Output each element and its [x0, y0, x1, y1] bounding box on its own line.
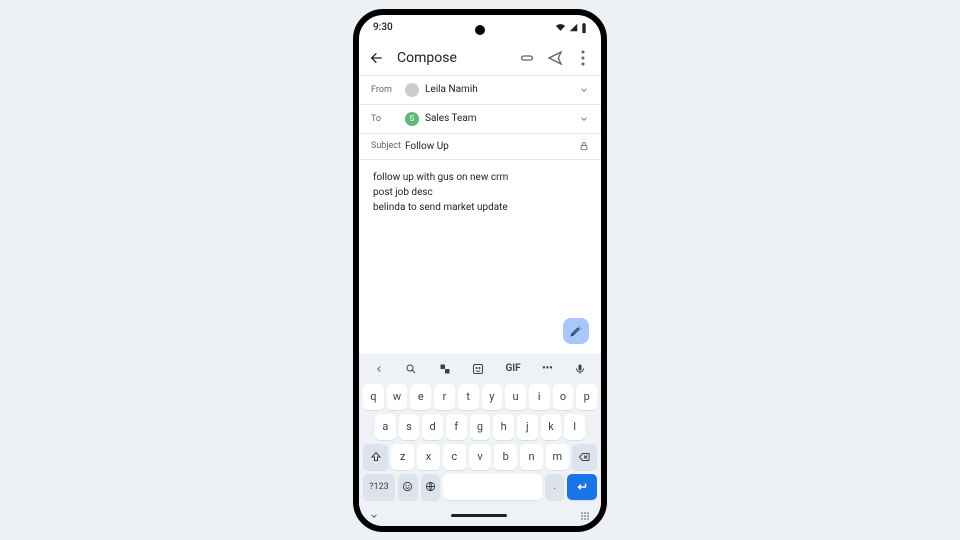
search-icon[interactable]	[405, 363, 417, 375]
key-v[interactable]: v	[469, 444, 492, 470]
key-a[interactable]: a	[375, 414, 396, 440]
key-k[interactable]: k	[541, 414, 562, 440]
key-q[interactable]: q	[363, 384, 384, 410]
shift-key[interactable]	[363, 444, 388, 470]
mic-icon[interactable]	[574, 363, 586, 375]
from-name: Leila Namih	[425, 84, 478, 95]
app-bar: Compose	[359, 41, 601, 75]
subject-row[interactable]: Subject Follow Up	[359, 134, 601, 160]
key-i[interactable]: i	[529, 384, 550, 410]
key-g[interactable]: g	[470, 414, 491, 440]
emoji-key[interactable]	[398, 474, 418, 500]
body-line: belinda to send market update	[373, 200, 587, 215]
backspace-key[interactable]	[572, 444, 597, 470]
to-row[interactable]: To S Sales Team	[359, 105, 601, 134]
key-b[interactable]: b	[494, 444, 517, 470]
symbols-key[interactable]: ?123	[363, 474, 395, 500]
key-r[interactable]: r	[434, 384, 455, 410]
collapse-icon[interactable]	[369, 511, 379, 521]
kb-chevron-left-icon[interactable]	[374, 364, 384, 374]
ai-compose-button[interactable]	[563, 318, 589, 344]
pencil-sparkle-icon	[569, 324, 583, 338]
key-s[interactable]: s	[399, 414, 420, 440]
translate-icon[interactable]	[439, 363, 451, 375]
keyboard-grid-icon[interactable]	[579, 510, 591, 522]
to-avatar: S	[405, 112, 419, 126]
nav-bar	[359, 506, 601, 526]
attach-icon[interactable]	[519, 50, 535, 66]
key-c[interactable]: c	[443, 444, 466, 470]
key-p[interactable]: p	[576, 384, 597, 410]
keyboard: GIF ••• qwertyuiop asdfghjkl zxcvbnm ?12…	[359, 354, 601, 506]
signal-icon	[569, 23, 578, 32]
key-x[interactable]: x	[417, 444, 440, 470]
from-label: From	[371, 85, 405, 95]
chevron-down-icon	[579, 114, 589, 124]
key-m[interactable]: m	[546, 444, 569, 470]
wifi-icon	[555, 23, 566, 32]
key-z[interactable]: z	[391, 444, 414, 470]
key-l[interactable]: l	[564, 414, 585, 440]
key-w[interactable]: w	[387, 384, 408, 410]
to-name: Sales Team	[425, 113, 477, 124]
sticker-icon[interactable]	[472, 363, 484, 375]
home-indicator[interactable]	[451, 514, 507, 517]
body-line: follow up with gus on new crm	[373, 170, 587, 185]
more-icon[interactable]	[575, 50, 591, 66]
key-f[interactable]: f	[446, 414, 467, 440]
key-t[interactable]: t	[458, 384, 479, 410]
lock-icon	[579, 141, 589, 151]
page-title: Compose	[397, 50, 507, 66]
key-d[interactable]: d	[422, 414, 443, 440]
globe-key[interactable]	[421, 474, 441, 500]
to-label: To	[371, 114, 405, 124]
gif-button[interactable]: GIF	[505, 363, 520, 374]
key-o[interactable]: o	[553, 384, 574, 410]
key-e[interactable]: e	[410, 384, 431, 410]
key-j[interactable]: j	[517, 414, 538, 440]
key-n[interactable]: n	[520, 444, 543, 470]
from-avatar	[405, 83, 419, 97]
chevron-down-icon	[579, 85, 589, 95]
key-u[interactable]: u	[505, 384, 526, 410]
camera-hole	[475, 25, 485, 35]
phone-frame: 9:30 Compose From Leila Namih To S Sales…	[353, 9, 607, 532]
body-line: post job desc	[373, 185, 587, 200]
subject-value: Follow Up	[405, 141, 449, 152]
enter-key[interactable]	[567, 474, 597, 500]
status-time: 9:30	[373, 22, 393, 33]
key-h[interactable]: h	[493, 414, 514, 440]
period-key[interactable]: .	[545, 474, 565, 500]
back-icon[interactable]	[369, 50, 385, 66]
subject-label: Subject	[371, 141, 405, 151]
space-key[interactable]	[443, 474, 541, 500]
send-icon[interactable]	[547, 50, 563, 66]
key-y[interactable]: y	[482, 384, 503, 410]
kb-more-icon[interactable]: •••	[542, 363, 553, 374]
from-row[interactable]: From Leila Namih	[359, 76, 601, 105]
email-body[interactable]: follow up with gus on new crm post job d…	[359, 160, 601, 354]
battery-icon	[581, 23, 587, 33]
